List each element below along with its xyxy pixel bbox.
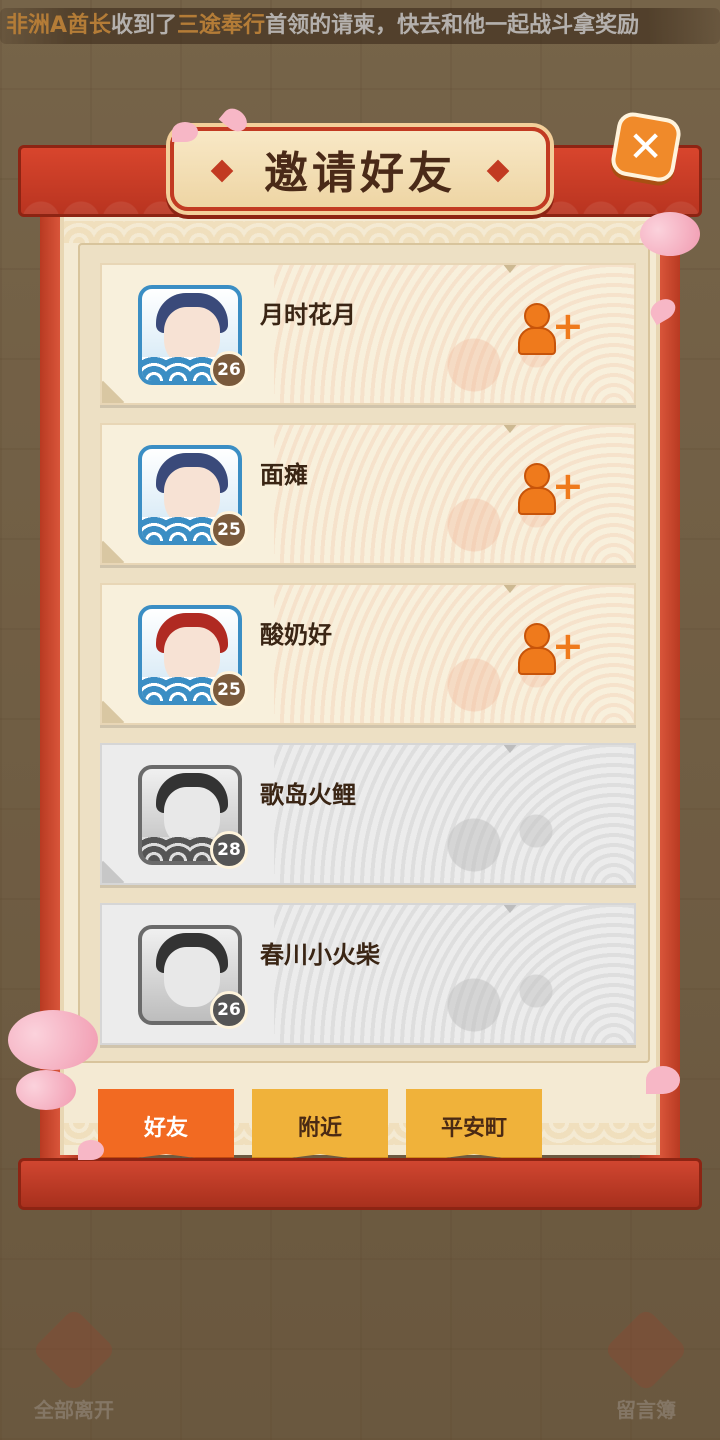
tab-nearby[interactable]: 附近	[252, 1089, 388, 1163]
person-head	[524, 303, 550, 329]
friend-list[interactable]: 26 月时花月 + 25 面瘫 + 25 酸奶好 + 28 歌岛火鲤 26 春川…	[78, 243, 650, 1063]
friend-name: 春川小火柴	[260, 941, 380, 969]
card-corner	[102, 700, 125, 723]
level-badge: 25	[210, 671, 248, 709]
add-friend-icon[interactable]: +	[518, 303, 584, 359]
petal-decoration	[172, 122, 198, 142]
friend-name: 面瘫	[260, 461, 308, 489]
blossom-decoration	[8, 1010, 98, 1070]
friend-row: 26 月时花月 +	[100, 263, 636, 405]
invite-friends-dialog: 26 月时花月 + 25 面瘫 + 25 酸奶好 + 28 歌岛火鲤 26 春川…	[18, 109, 702, 1210]
close-icon: ✕	[628, 121, 664, 171]
friend-row: 25 酸奶好 +	[100, 583, 636, 725]
tab-town[interactable]: 平安町	[406, 1089, 542, 1163]
diamond-ornament	[210, 159, 234, 183]
dialog-paper: 26 月时花月 + 25 面瘫 + 25 酸奶好 + 28 歌岛火鲤 26 春川…	[60, 217, 660, 1163]
add-friend-icon[interactable]: +	[518, 463, 584, 519]
plus-icon: +	[552, 624, 584, 668]
tab-friends[interactable]: 好友	[98, 1089, 234, 1163]
petal-decoration	[78, 1140, 104, 1160]
level-badge: 26	[210, 351, 248, 389]
add-friend-icon[interactable]: +	[518, 623, 584, 679]
level-badge: 26	[210, 991, 248, 1029]
paper-wave-top	[64, 221, 656, 243]
avatar-face	[164, 947, 220, 1007]
card-corner	[102, 860, 125, 883]
blossom-decoration	[640, 212, 700, 256]
friend-row: 25 面瘫 +	[100, 423, 636, 565]
card-corner	[102, 540, 125, 563]
level-badge: 28	[210, 831, 248, 869]
person-body	[518, 487, 556, 515]
title-plaque: 邀请好友	[170, 127, 550, 211]
friend-name: 酸奶好	[260, 621, 332, 649]
plus-icon: +	[552, 304, 584, 348]
close-button[interactable]: ✕	[608, 109, 684, 185]
plum-pattern	[274, 905, 634, 1043]
level-badge: 25	[210, 511, 248, 549]
friend-row-offline: 26 春川小火柴	[100, 903, 636, 1045]
plum-pattern	[274, 745, 634, 883]
friend-name: 月时花月	[260, 301, 356, 329]
blossom-decoration	[16, 1070, 76, 1110]
plus-icon: +	[552, 464, 584, 508]
friend-name: 歌岛火鲤	[260, 781, 356, 809]
person-head	[524, 463, 550, 489]
person-body	[518, 327, 556, 355]
card-corner	[102, 380, 125, 403]
dialog-title: 邀请好友	[264, 148, 456, 199]
person-head	[524, 623, 550, 649]
dialog-footer	[18, 1158, 702, 1210]
friend-row-offline: 28 歌岛火鲤	[100, 743, 636, 885]
petal-decoration	[646, 1066, 680, 1094]
diamond-ornament	[486, 159, 510, 183]
person-body	[518, 647, 556, 675]
